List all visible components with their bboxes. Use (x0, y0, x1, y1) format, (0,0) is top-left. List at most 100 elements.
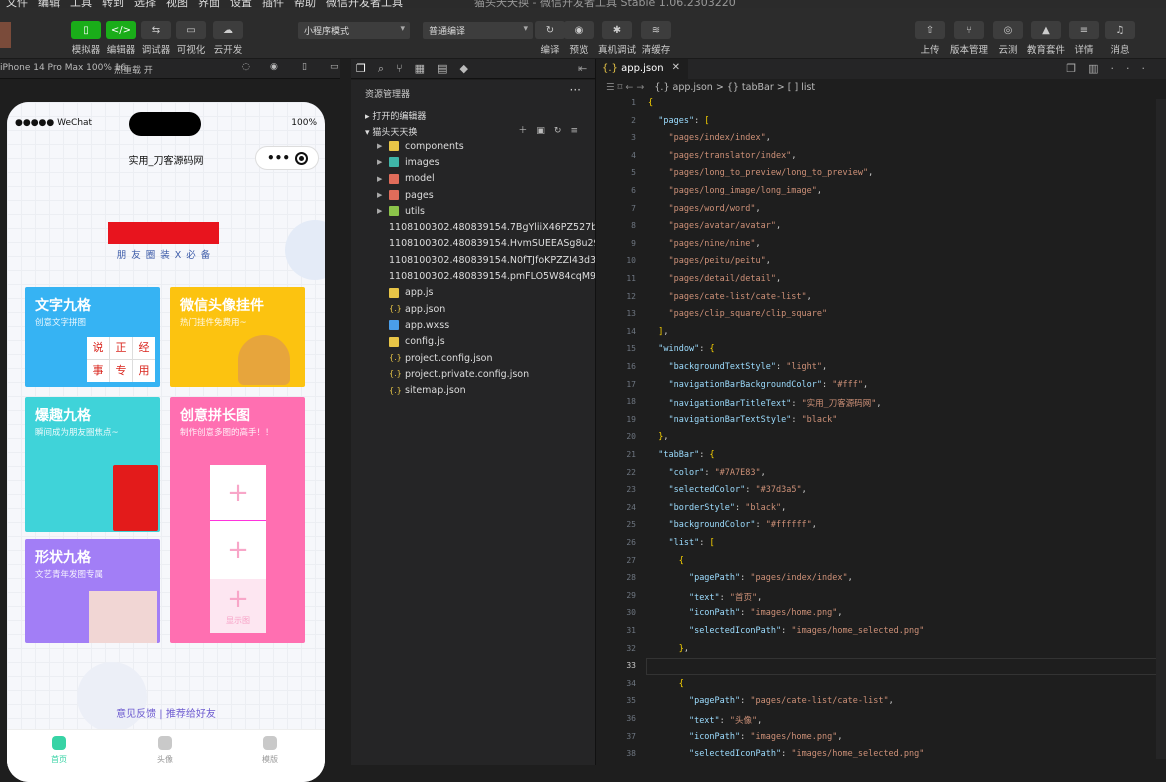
tree-item[interactable]: app.js (351, 285, 595, 301)
tree-item[interactable]: app.wxss (351, 317, 595, 333)
hotreload-toggle[interactable]: 热重载 开 (114, 63, 153, 76)
tab-home[interactable]: 首页 (29, 736, 89, 765)
record-icon[interactable]: ◉ (270, 62, 278, 72)
card-long-image[interactable]: 创意拼长图 制作创意多图的高手！！ + + + 显示图 (170, 397, 305, 643)
debug-icon: ⇆ (141, 21, 171, 39)
collapse-icon[interactable]: ⇤ (578, 62, 587, 75)
menu-item[interactable]: 选择 (134, 0, 156, 8)
details-button[interactable]: ≡ 详情 (1064, 21, 1104, 56)
menu-bar: 文件 编辑 工具 转到 选择 视图 界面 设置 插件 帮助 微信开发者工具 猫头天天换 - 微信开发… (0, 0, 1166, 8)
menu-item[interactable]: 帮助 (294, 0, 316, 8)
tree-item[interactable]: ▶ utils (351, 203, 595, 219)
tree-item[interactable]: 1108100302.480839154.pmFLO5W84cqM998f... (351, 268, 620, 284)
code-line: { (678, 678, 684, 689)
card-fun-grid[interactable]: 爆趣九格 瞬间成为朋友圈焦点~ (25, 397, 160, 532)
editor-button[interactable]: </> 编辑器 (101, 21, 141, 56)
tree-item-label: project.config.json (405, 352, 493, 364)
menu-item[interactable]: 转到 (102, 0, 124, 8)
tab-app-json[interactable]: {.} app.json ✕ (596, 59, 688, 79)
menu-item[interactable]: 编辑 (38, 0, 60, 8)
compile-select[interactable]: 普通编译 (423, 22, 533, 39)
tree-item[interactable]: ▶ model (351, 171, 595, 187)
folder-icon (389, 206, 399, 217)
toolbar: ▯模拟器 </>编辑器 ⇆调试器 ▭可视化 ☁云开发 小程序模式 普通编译 ↻编… (0, 8, 1166, 59)
scrollbar[interactable] (1156, 99, 1166, 759)
tree-item[interactable]: ▶ images (351, 154, 595, 170)
card-shape-grid[interactable]: 形状九格 文艺青年发图专属 (25, 539, 160, 643)
files-icon[interactable]: ❐ (356, 62, 366, 76)
feedback-link[interactable]: 意见反馈 | 推荐给好友 (7, 705, 325, 720)
tree-item[interactable]: 1108100302.480839154.7BgYliiX46PZ527b236… (351, 219, 624, 235)
project-section[interactable]: ▾ 猫头天天换 ＋▣↻≡ (351, 122, 595, 138)
code-line: "pages/long_to_preview/long_to_preview", (668, 168, 874, 179)
docker-icon[interactable]: ◆ (459, 62, 467, 76)
panel-icon[interactable]: ▤ (437, 62, 447, 76)
test-icon: ◎ (993, 21, 1023, 39)
rotate-icon[interactable]: ◌ (242, 62, 250, 72)
phone-icon: ▯ (71, 21, 101, 39)
menu-item[interactable]: 工具 (70, 0, 92, 8)
explorer-actions[interactable]: ＋▣↻≡ (518, 123, 587, 136)
line-number: 28 (626, 573, 636, 583)
more-icon[interactable]: ••• (267, 151, 290, 165)
extensions-icon[interactable]: ▦ (415, 62, 425, 76)
tree-item[interactable]: {.} app.json (351, 301, 595, 317)
close-icon[interactable] (295, 152, 308, 165)
debugger-button[interactable]: ⇆ 调试器 (136, 21, 176, 56)
tab-template[interactable]: 模版 (240, 736, 300, 765)
line-number: 35 (626, 696, 636, 706)
chevron-right-icon: ▶ (377, 174, 383, 183)
device-select[interactable]: iPhone 14 Pro Max 100% 16 (0, 63, 126, 73)
capsule-menu[interactable]: ••• (255, 146, 319, 170)
tree-item[interactable]: {.} sitemap.json (351, 382, 595, 398)
tree-item-label: config.js (405, 336, 445, 348)
clear-cache-button[interactable]: ≋ 清缓存 (636, 21, 676, 56)
code-line: "pages/word/word", (668, 203, 761, 214)
education-button[interactable]: ▲ 教育套件 (1026, 21, 1066, 56)
code-line: "pages/avatar/avatar", (668, 221, 782, 232)
cloud-test-button[interactable]: ◎ 云测 (988, 21, 1028, 56)
version-button[interactable]: ⑂ 版本管理 (949, 21, 989, 56)
messages-button[interactable]: ♫ 消息 (1100, 21, 1140, 56)
menu-item[interactable]: 微信开发者工具 (326, 0, 403, 8)
avatar[interactable] (0, 22, 11, 48)
mode-select[interactable]: 小程序模式 (298, 22, 410, 39)
line-number: 19 (626, 414, 636, 424)
menu-item[interactable]: 界面 (198, 0, 220, 8)
phone-icon[interactable]: ▯ (302, 62, 307, 72)
tree-item[interactable]: 1108100302.480839154.N0fTJfoKPZZI43d31c4… (351, 252, 622, 268)
simulator-button[interactable]: ▯ 模拟器 (66, 21, 106, 56)
tree-item[interactable]: config.js (351, 334, 595, 350)
menu-item[interactable]: 视图 (166, 0, 188, 8)
menu-item[interactable]: 插件 (262, 0, 284, 8)
tab-avatar[interactable]: 头像 (135, 736, 195, 765)
tab-bar: 首页 头像 模版 (7, 729, 325, 782)
window-icon[interactable]: ▭ (330, 62, 339, 72)
tree-item[interactable]: ▶ pages (351, 187, 595, 203)
device-debug-button[interactable]: ✱ 真机调试 (597, 21, 637, 56)
search-icon[interactable]: ⌕ (378, 62, 384, 76)
menu-item[interactable]: 文件 (6, 0, 28, 8)
upload-button[interactable]: ⇧ 上传 (910, 21, 950, 56)
card-text-grid[interactable]: 文字九格 创意文字拼图 说正经 事专用 (25, 287, 160, 387)
cloud-button[interactable]: ☁ 云开发 (208, 21, 248, 56)
open-editors-section[interactable]: ▸ 打开的编辑器 (351, 106, 595, 122)
visual-button[interactable]: ▭ 可视化 (171, 21, 211, 56)
git-icon[interactable]: ⑂ (396, 62, 403, 76)
layers-icon: ≋ (641, 21, 671, 39)
preview-button[interactable]: ◉ 预览 (559, 21, 599, 56)
tree-item[interactable]: {.} project.config.json (351, 350, 595, 366)
more-icon[interactable]: ··· (570, 83, 581, 97)
battery-indicator: 100% (291, 118, 317, 128)
menu-item[interactable]: 设置 (230, 0, 252, 8)
graduation-icon: ▲ (1031, 21, 1061, 39)
code-area[interactable]: 1 {2 "pages": [3 "pages/index/index", 4 "p… (596, 98, 1166, 765)
code-line: "pages/detail/detail", (668, 274, 782, 284)
tree-item[interactable]: ▶ components (351, 138, 595, 154)
tree-item[interactable]: {.} project.private.config.json (351, 366, 595, 382)
tree-item[interactable]: 1108100302.480839154.HvmSUEEASg8u2914f..… (351, 236, 623, 252)
close-icon[interactable]: ✕ (672, 62, 680, 73)
card-avatar-pendant[interactable]: 微信头像挂件 热门挂件免费用~ (170, 287, 305, 387)
nav-icons[interactable]: ☰ ⌑ ← → (606, 82, 644, 93)
editor-actions[interactable]: ❐▥··· (1066, 62, 1157, 75)
